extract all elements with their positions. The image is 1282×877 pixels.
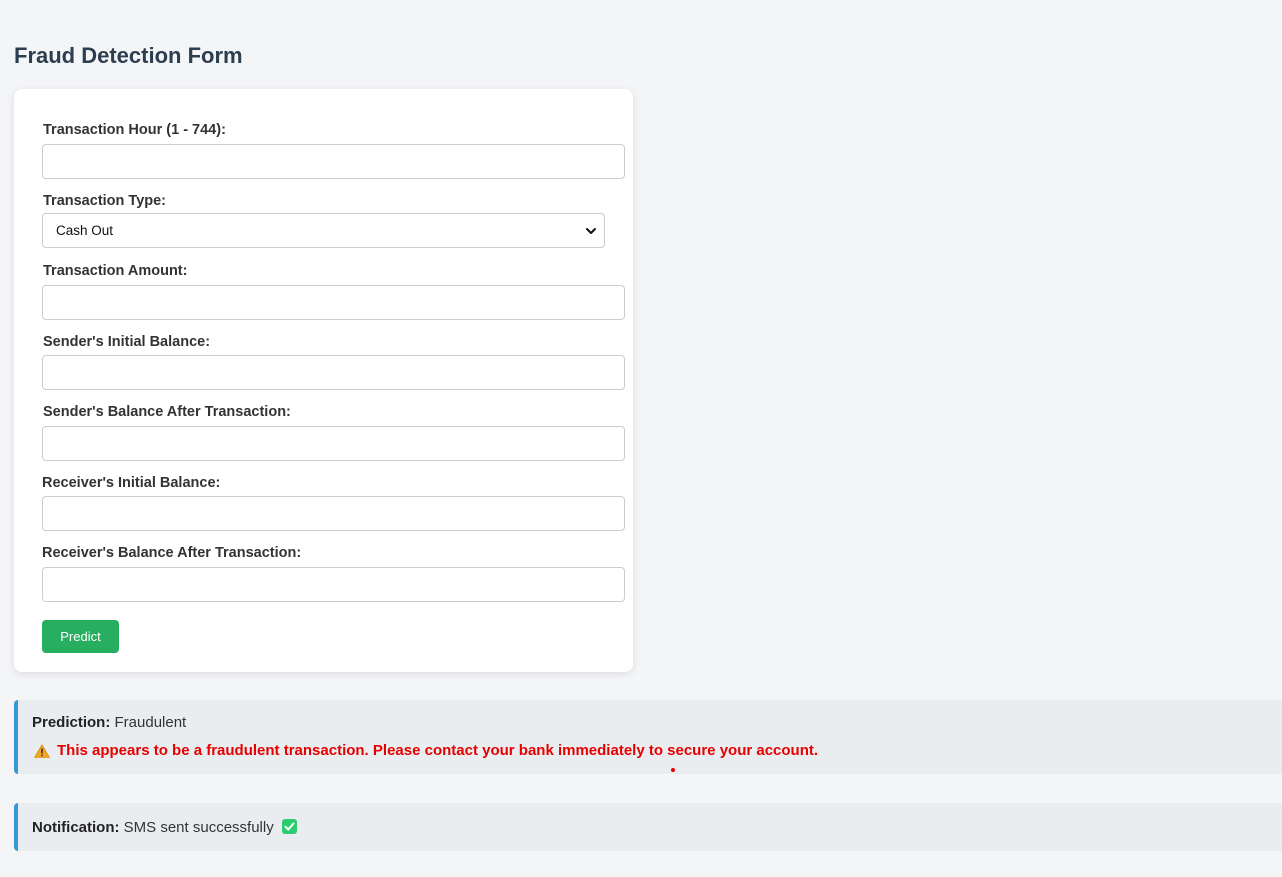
receiver-initial-balance-label: Receiver's Initial Balance: [42,475,221,491]
check-icon [281,819,297,834]
transaction-amount-input[interactable] [42,285,625,320]
prediction-result: Prediction: Fraudulent This appears to b… [14,700,1282,774]
chevron-down-icon [586,228,596,234]
warning-icon [34,743,50,758]
sender-initial-balance-input[interactable] [42,355,625,390]
notification-result: Notification: SMS sent successfully [14,803,1282,851]
fraud-form: Transaction Hour (1 - 744): Transaction … [14,89,633,672]
transaction-amount-label: Transaction Amount: [43,263,188,279]
sender-initial-balance-label: Sender's Initial Balance: [43,334,211,350]
sender-balance-after-input[interactable] [42,426,625,461]
transaction-type-select[interactable]: Cash Out [42,213,605,248]
page-title: Fraud Detection Form [14,43,243,68]
transaction-hour-label: Transaction Hour (1 - 744): [43,122,226,138]
transaction-type-label: Transaction Type: [43,193,167,209]
prediction-value: Fraudulent [114,714,187,731]
notification-label: Notification: [32,819,120,836]
sender-balance-after-label: Sender's Balance After Transaction: [43,404,291,420]
receiver-balance-after-label: Receiver's Balance After Transaction: [42,545,302,561]
transaction-type-selected: Cash Out [56,223,114,238]
transaction-hour-input[interactable] [42,144,625,179]
predict-button[interactable]: Predict [42,620,119,653]
warning-text: This appears to be a fraudulent transact… [57,742,819,759]
prediction-label: Prediction: [32,714,111,731]
receiver-initial-balance-input[interactable] [42,496,625,531]
fraud-warning: This appears to be a fraudulent transact… [34,742,818,759]
prediction-line: Prediction: Fraudulent [32,714,186,731]
notification-value: SMS sent successfully [123,819,274,836]
receiver-balance-after-input[interactable] [42,567,625,602]
red-dot-marker [671,768,675,772]
notification-line: Notification: SMS sent successfully [32,819,297,836]
